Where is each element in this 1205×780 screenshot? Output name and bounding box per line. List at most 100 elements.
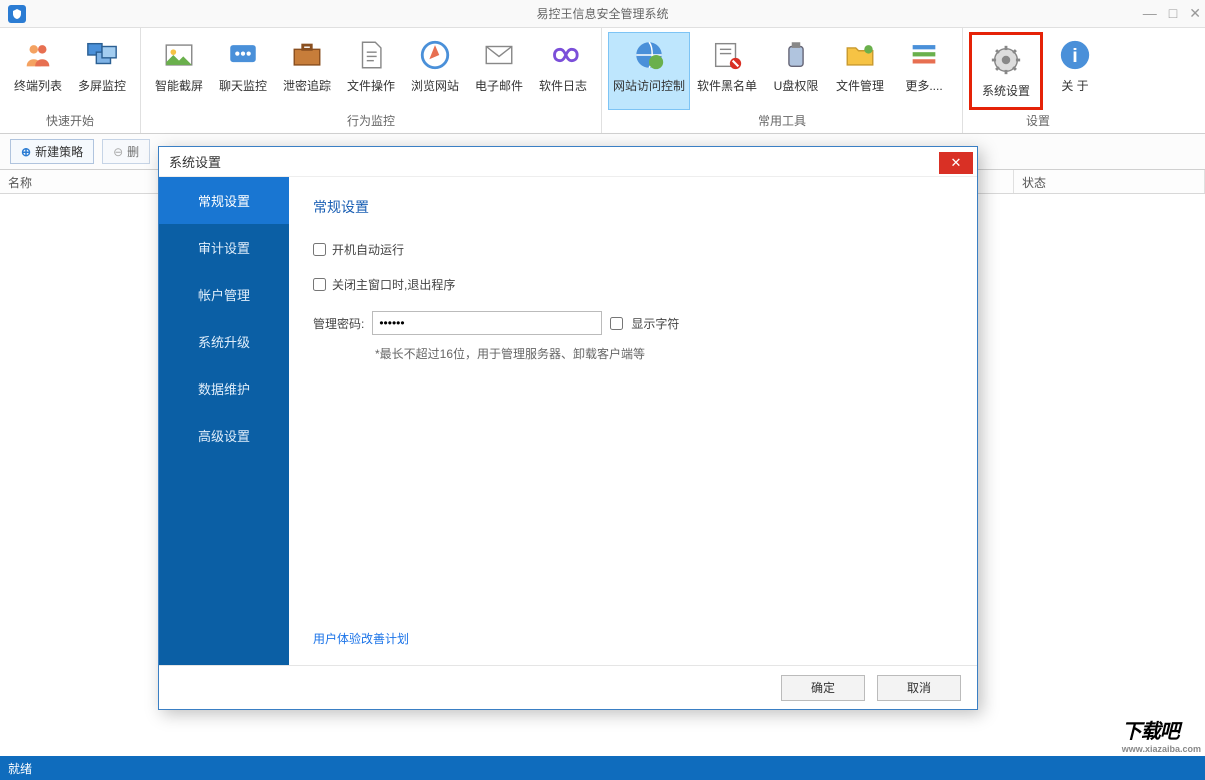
ribbon-terminal-list[interactable]: 终端列表 <box>6 32 70 110</box>
statusbar: 就绪 <box>0 756 1205 780</box>
ribbon-group-settings: 系统设置 i 关 于 设置 <box>963 28 1113 133</box>
side-tab-data[interactable]: 数据维护 <box>159 365 289 412</box>
ribbon-item-label: 聊天监控 <box>219 77 267 94</box>
side-tab-advanced[interactable]: 高级设置 <box>159 412 289 459</box>
plus-icon: ⊕ <box>21 145 31 159</box>
list-icon <box>906 37 942 73</box>
side-tab-upgrade[interactable]: 系统升级 <box>159 318 289 365</box>
password-input[interactable] <box>372 311 602 335</box>
mail-icon <box>481 37 517 73</box>
panel-title: 常规设置 <box>313 197 953 217</box>
close-button[interactable]: ✕ <box>1189 5 1201 22</box>
ribbon-site-access[interactable]: 网站访问控制 <box>608 32 690 110</box>
side-tab-audit[interactable]: 审计设置 <box>159 224 289 271</box>
show-chars-label: 显示字符 <box>631 315 679 332</box>
ribbon-item-label: 软件日志 <box>539 77 587 94</box>
ribbon-item-label: 网站访问控制 <box>613 77 685 94</box>
ribbon-usb-perm[interactable]: U盘权限 <box>764 32 828 110</box>
list-block-icon <box>709 37 745 73</box>
ribbon-group-quickstart: 终端列表 多屏监控 快速开始 <box>0 28 141 133</box>
ribbon-item-label: 软件黑名单 <box>697 77 757 94</box>
ux-improvement-link[interactable]: 用户体验改善计划 <box>313 630 409 647</box>
info-icon: i <box>1057 37 1093 73</box>
ribbon-leak-trace[interactable]: 泄密追踪 <box>275 32 339 110</box>
autostart-row: 开机自动运行 <box>313 241 953 258</box>
ribbon-chat-monitor[interactable]: 聊天监控 <box>211 32 275 110</box>
screens-icon <box>84 37 120 73</box>
ribbon-browse-sites[interactable]: 浏览网站 <box>403 32 467 110</box>
new-policy-label: 新建策略 <box>35 143 83 160</box>
folder-icon <box>842 37 878 73</box>
ribbon-item-label: 终端列表 <box>14 77 62 94</box>
exit-on-close-label: 关闭主窗口时,退出程序 <box>332 276 455 293</box>
exit-on-close-row: 关闭主窗口时,退出程序 <box>313 276 953 293</box>
watermark: 下载吧 www.xiazaiba.com <box>1122 715 1201 754</box>
ribbon-item-label: 泄密追踪 <box>283 77 331 94</box>
cancel-button[interactable]: 取消 <box>877 675 961 701</box>
globe-shield-icon <box>631 37 667 73</box>
status-text: 就绪 <box>8 762 32 776</box>
ribbon-item-label: 浏览网站 <box>411 77 459 94</box>
picture-icon <box>161 37 197 73</box>
ribbon-system-settings[interactable]: 系统设置 <box>974 37 1038 104</box>
dialog-main: 常规设置 开机自动运行 关闭主窗口时,退出程序 管理密码: 显示字符 *最长不超… <box>289 177 977 665</box>
show-chars-checkbox[interactable] <box>610 317 623 330</box>
dialog-close-button[interactable]: ✕ <box>939 152 973 174</box>
ribbon-group-label: 行为监控 <box>147 110 595 131</box>
dialog-titlebar: 系统设置 ✕ <box>159 147 977 177</box>
side-tab-general[interactable]: 常规设置 <box>159 177 289 224</box>
new-policy-button[interactable]: ⊕ 新建策略 <box>10 139 94 164</box>
autostart-label: 开机自动运行 <box>332 241 404 258</box>
document-icon <box>353 37 389 73</box>
ribbon-item-label: U盘权限 <box>774 77 819 94</box>
ribbon-item-label: 智能截屏 <box>155 77 203 94</box>
ribbon-item-label: 系统设置 <box>982 82 1030 99</box>
side-tab-account[interactable]: 帐户管理 <box>159 271 289 318</box>
ribbon-more[interactable]: 更多.... <box>892 32 956 110</box>
ribbon-smart-screenshot[interactable]: 智能截屏 <box>147 32 211 110</box>
ribbon-group-monitor: 智能截屏 聊天监控 泄密追踪 文件操作 浏览网站 电子邮件 <box>141 28 602 133</box>
ribbon-group-label: 快速开始 <box>6 110 134 131</box>
delete-label: 删 <box>127 143 139 160</box>
ribbon-email[interactable]: 电子邮件 <box>467 32 531 110</box>
watermark-sub: www.xiazaiba.com <box>1122 744 1201 754</box>
maximize-button[interactable]: □ <box>1169 5 1177 22</box>
minus-icon: ⊖ <box>113 145 123 159</box>
autostart-checkbox[interactable] <box>313 243 326 256</box>
dialog-footer: 确定 取消 <box>159 665 977 709</box>
minimize-button[interactable]: — <box>1143 5 1157 22</box>
ribbon-item-label: 电子邮件 <box>475 77 523 94</box>
highlight-box: 系统设置 <box>969 32 1043 110</box>
ribbon-item-label: 多屏监控 <box>78 77 126 94</box>
ribbon: 终端列表 多屏监控 快速开始 智能截屏 聊天监控 泄密追踪 <box>0 28 1205 134</box>
exit-on-close-checkbox[interactable] <box>313 278 326 291</box>
ribbon-software-log[interactable]: 软件日志 <box>531 32 595 110</box>
ribbon-about[interactable]: i 关 于 <box>1043 32 1107 110</box>
ribbon-item-label: 文件管理 <box>836 77 884 94</box>
password-row: 管理密码: 显示字符 <box>313 311 953 335</box>
ribbon-software-blacklist[interactable]: 软件黑名单 <box>690 32 764 110</box>
ribbon-multi-screen[interactable]: 多屏监控 <box>70 32 134 110</box>
settings-dialog: 系统设置 ✕ 常规设置 审计设置 帐户管理 系统升级 数据维护 高级设置 常规设… <box>158 146 978 710</box>
compass-icon <box>417 37 453 73</box>
briefcase-icon <box>289 37 325 73</box>
ribbon-group-label: 常用工具 <box>608 110 956 131</box>
ribbon-file-ops[interactable]: 文件操作 <box>339 32 403 110</box>
ribbon-group-label: 设置 <box>969 110 1107 131</box>
ribbon-item-label: 文件操作 <box>347 77 395 94</box>
delete-button[interactable]: ⊖ 删 <box>102 139 150 164</box>
app-logo <box>8 5 26 23</box>
infinity-icon <box>545 37 581 73</box>
chat-icon <box>225 37 261 73</box>
ribbon-file-manage[interactable]: 文件管理 <box>828 32 892 110</box>
dialog-title-text: 系统设置 <box>169 152 221 171</box>
ribbon-item-label: 更多.... <box>905 77 942 94</box>
usb-icon <box>778 37 814 73</box>
window-title: 易控王信息安全管理系统 <box>536 5 668 22</box>
ribbon-item-label: 关 于 <box>1061 77 1088 94</box>
ok-button[interactable]: 确定 <box>781 675 865 701</box>
gear-icon <box>988 42 1024 78</box>
password-hint: *最长不超过16位，用于管理服务器、卸载客户端等 <box>375 345 953 362</box>
watermark-main: 下载吧 <box>1122 721 1179 743</box>
column-status[interactable]: 状态 <box>1014 170 1205 193</box>
